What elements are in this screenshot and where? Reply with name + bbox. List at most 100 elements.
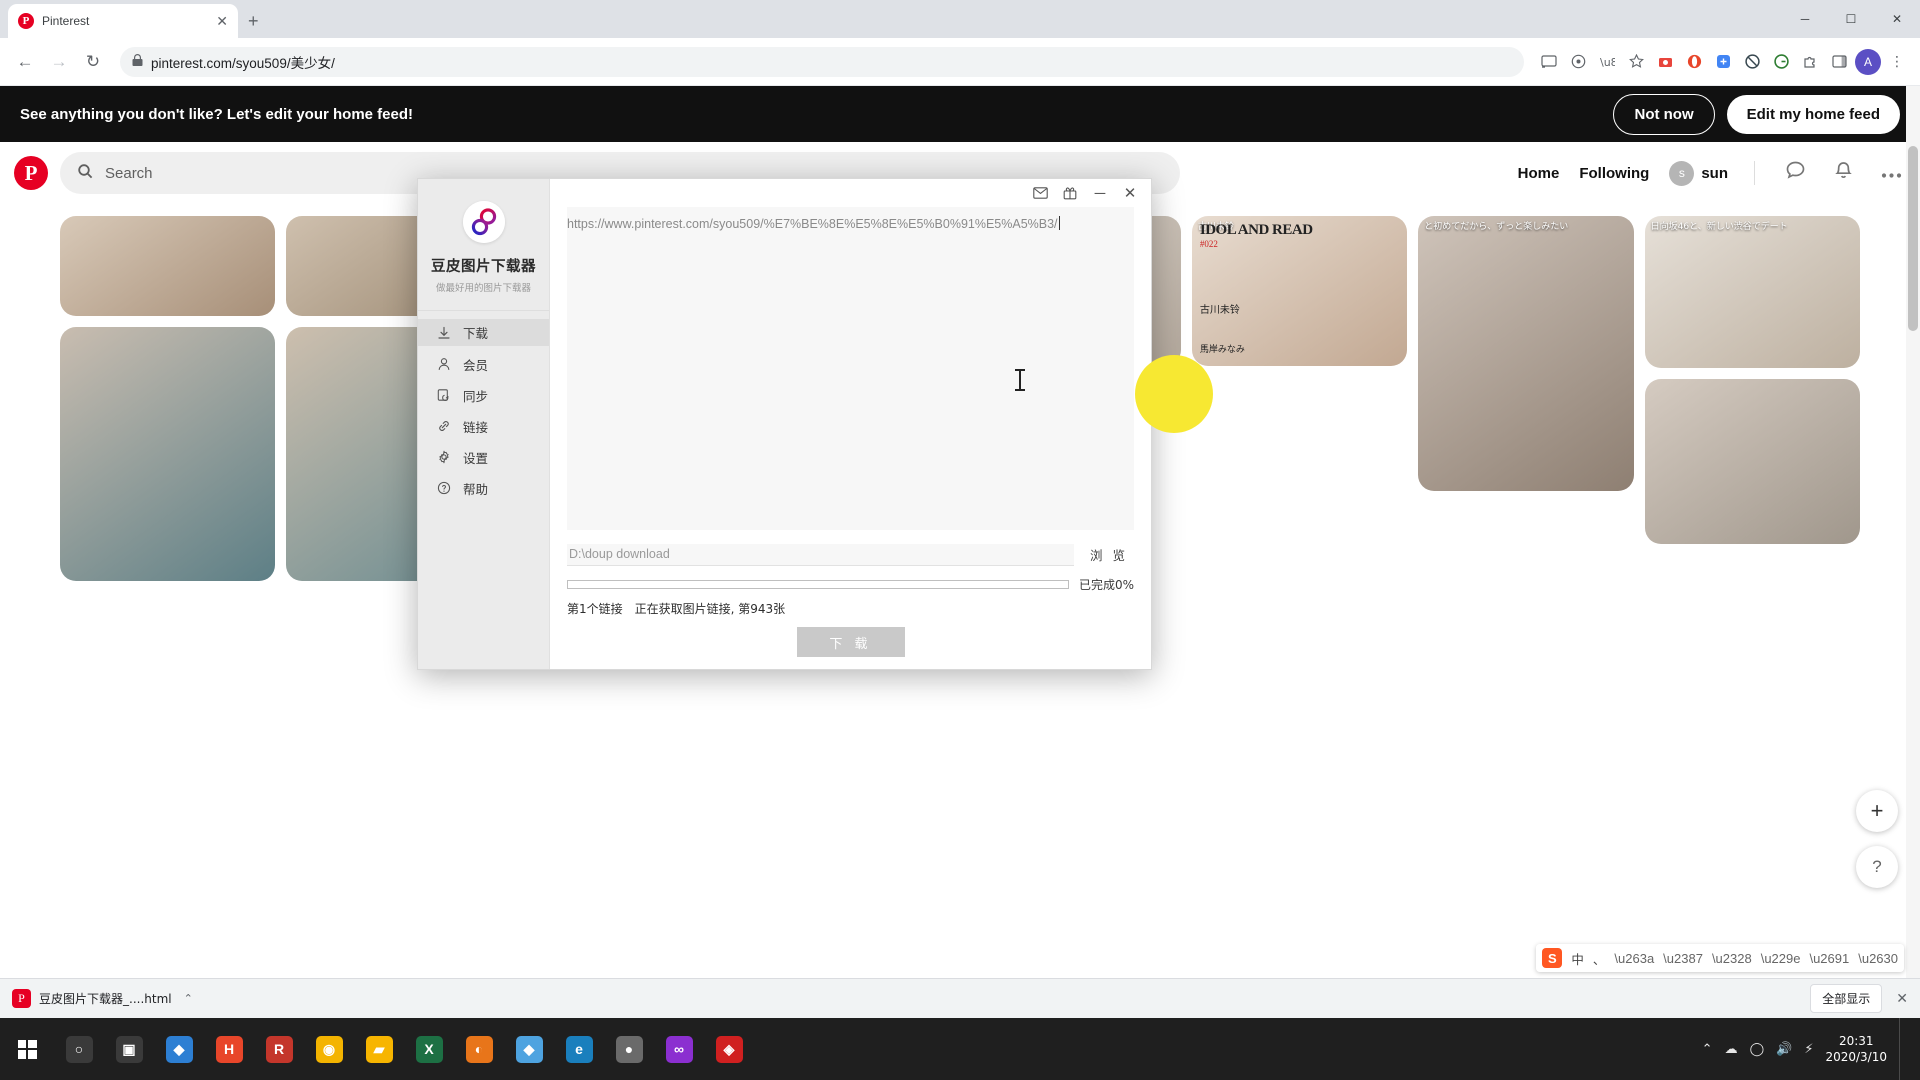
page-scrollbar[interactable] bbox=[1906, 86, 1920, 1018]
nav-home[interactable]: Home bbox=[1518, 165, 1560, 182]
not-now-button[interactable]: Not now bbox=[1613, 93, 1715, 135]
scrollbar-thumb[interactable] bbox=[1908, 146, 1918, 331]
show-all-button[interactable]: 全部显示 bbox=[1810, 984, 1883, 1013]
forward-arrow-icon[interactable]: → bbox=[44, 47, 74, 77]
toolbox-icon[interactable]: \u229e bbox=[1761, 951, 1801, 966]
minimize-icon[interactable]: ─ bbox=[1085, 180, 1115, 206]
close-icon[interactable]: ✕ bbox=[216, 14, 228, 28]
sidebar-item-member[interactable]: 会员 bbox=[418, 351, 549, 377]
zoom-in-button[interactable]: + bbox=[1856, 790, 1898, 832]
mic-icon[interactable]: \u2387 bbox=[1663, 951, 1703, 966]
taskbar-app-app-r[interactable]: R bbox=[254, 1018, 304, 1080]
sidebar-label-sync: 同步 bbox=[463, 388, 489, 404]
app-blue-icon: ◆ bbox=[165, 1035, 193, 1063]
pin-icon[interactable]: \u2691 bbox=[1809, 951, 1849, 966]
ime-punctuation[interactable]: 、 bbox=[1593, 949, 1606, 968]
pin-image bbox=[60, 327, 276, 581]
user-profile[interactable]: s sun bbox=[1669, 160, 1728, 186]
pin-card[interactable] bbox=[60, 327, 276, 581]
profile-avatar[interactable]: A bbox=[1855, 48, 1881, 75]
show-desktop-button[interactable] bbox=[1899, 1018, 1906, 1080]
opera-icon[interactable] bbox=[1681, 49, 1707, 75]
pin-card[interactable]: 古川未铃 IDOL AND READ #022 古川未铃 馬岸みなみ bbox=[1191, 216, 1408, 366]
bookmark-star-icon[interactable] bbox=[1623, 49, 1649, 75]
screenshot-icon[interactable] bbox=[1652, 49, 1678, 75]
download-button[interactable]: 下 载 bbox=[796, 627, 905, 657]
qr-icon[interactable] bbox=[1565, 49, 1591, 75]
mail-icon[interactable] bbox=[1025, 180, 1055, 206]
translate-icon[interactable]: \u8bd1 bbox=[1594, 49, 1620, 75]
download-item[interactable]: P 豆皮图片下载器_....html ⌃ bbox=[12, 989, 193, 1008]
sogou-ime-icon[interactable]: S bbox=[1542, 948, 1563, 968]
help-button[interactable]: ? bbox=[1856, 846, 1898, 888]
tray-expand-icon[interactable]: ⌃ bbox=[1702, 1041, 1713, 1057]
taskbar-app-downloader[interactable]: ∞ bbox=[654, 1018, 704, 1080]
save-path-input[interactable]: D:\doup download bbox=[567, 543, 1075, 566]
minimize-icon[interactable]: ─ bbox=[1782, 4, 1828, 34]
browse-button[interactable]: 浏 览 bbox=[1084, 543, 1134, 566]
messages-icon[interactable] bbox=[1781, 160, 1810, 186]
reload-icon[interactable]: ↻ bbox=[78, 47, 108, 77]
chevron-up-icon[interactable]: ⌃ bbox=[184, 992, 193, 1005]
volume-icon[interactable]: 🔊 bbox=[1776, 1041, 1792, 1057]
taskbar-app-explorer[interactable]: ▰ bbox=[354, 1018, 404, 1080]
taskbar-app-search[interactable]: ○ bbox=[54, 1018, 104, 1080]
taskbar-app-edge[interactable]: e bbox=[554, 1018, 604, 1080]
download-shelf: P 豆皮图片下载器_....html ⌃ 全部显示 ✕ bbox=[0, 978, 1920, 1018]
taskbar-app-app-orange[interactable]: ◐ bbox=[454, 1018, 504, 1080]
new-tab-button[interactable]: + bbox=[248, 12, 259, 30]
sidebar-item-settings[interactable]: 设置 bbox=[418, 444, 549, 470]
edge-icon: e bbox=[565, 1035, 593, 1063]
close-icon[interactable]: ✕ bbox=[1115, 180, 1145, 206]
network-icon[interactable]: ◯ bbox=[1750, 1041, 1765, 1057]
start-button[interactable] bbox=[0, 1018, 54, 1080]
pin-card[interactable] bbox=[1644, 379, 1860, 544]
more-horizontal-icon[interactable] bbox=[1877, 163, 1906, 184]
smiley-icon[interactable]: \u263a bbox=[1614, 951, 1654, 966]
screen: P Pinterest ✕ + ─ ☐ ✕ ← → ↻ pinterest.co… bbox=[0, 0, 1920, 1080]
window-close-icon[interactable]: ✕ bbox=[1874, 4, 1920, 34]
taskbar-app-app-red[interactable]: ◈ bbox=[704, 1018, 754, 1080]
taskbar-app-chrome[interactable]: ◉ bbox=[304, 1018, 354, 1080]
taskbar-app-app-gray[interactable]: ● bbox=[604, 1018, 654, 1080]
gift-icon[interactable] bbox=[1055, 180, 1085, 206]
cloud-icon[interactable]: ☁ bbox=[1725, 1041, 1738, 1057]
address-bar[interactable]: pinterest.com/syou509/美少女/ bbox=[120, 46, 1524, 77]
pin-card[interactable]: と初めてだから、ずっと楽しみたい bbox=[1418, 216, 1634, 491]
pin-caption: 日向坂46と、新しい渋谷でデート bbox=[1650, 222, 1788, 232]
pin-card[interactable]: 日向坂46と、新しい渋谷でデート bbox=[1644, 216, 1860, 368]
browser-tab-pinterest[interactable]: P Pinterest ✕ bbox=[8, 4, 238, 38]
keyboard-icon[interactable]: \u2328 bbox=[1712, 951, 1752, 966]
cast-icon[interactable] bbox=[1536, 49, 1562, 75]
pinterest-logo-icon[interactable]: P bbox=[14, 156, 48, 190]
lock-icon bbox=[132, 53, 143, 70]
edit-home-feed-button[interactable]: Edit my home feed bbox=[1726, 94, 1900, 134]
url-textarea[interactable]: https://www.pinterest.com/syou509/%E7%BE… bbox=[567, 207, 1213, 530]
extension-blue-icon[interactable] bbox=[1710, 49, 1736, 75]
adblock-icon[interactable] bbox=[1739, 49, 1765, 75]
maximize-icon[interactable]: ☐ bbox=[1828, 4, 1874, 34]
back-arrow-icon[interactable]: ← bbox=[10, 47, 40, 77]
nav-following[interactable]: Following bbox=[1579, 165, 1649, 182]
sidebar-item-help[interactable]: 帮助 bbox=[418, 475, 549, 501]
battery-icon[interactable]: ⚡ bbox=[1804, 1041, 1813, 1057]
taskbar-app-excel[interactable]: X bbox=[404, 1018, 454, 1080]
pin-card[interactable] bbox=[60, 216, 276, 316]
taskbar-app-app-h[interactable]: H bbox=[204, 1018, 254, 1080]
puzzle-extension-icon[interactable] bbox=[1797, 49, 1823, 75]
sidebar-item-download[interactable]: 下载 bbox=[418, 319, 549, 346]
shelf-close-icon[interactable]: ✕ bbox=[1896, 990, 1908, 1007]
ime-mode-chinese[interactable]: 中 bbox=[1571, 949, 1584, 968]
taskbar-app-app-lightblue[interactable]: ◆ bbox=[504, 1018, 554, 1080]
bell-icon[interactable] bbox=[1830, 161, 1857, 186]
sidebar-item-link[interactable]: 链接 bbox=[418, 413, 549, 439]
taskbar-app-app-blue[interactable]: ◆ bbox=[154, 1018, 204, 1080]
sidebar-icon[interactable] bbox=[1826, 49, 1852, 75]
grammarly-icon[interactable] bbox=[1768, 49, 1794, 75]
chrome-menu-icon[interactable]: ⋮ bbox=[1884, 49, 1910, 75]
clock[interactable]: 20:31 2020/3/10 bbox=[1825, 1033, 1887, 1065]
sidebar-item-sync[interactable]: 同步 bbox=[418, 382, 549, 408]
app-red-icon: ◈ bbox=[715, 1035, 743, 1063]
taskbar-app-task-view[interactable]: ▣ bbox=[104, 1018, 154, 1080]
menu-icon[interactable]: \u2630 bbox=[1858, 951, 1898, 966]
